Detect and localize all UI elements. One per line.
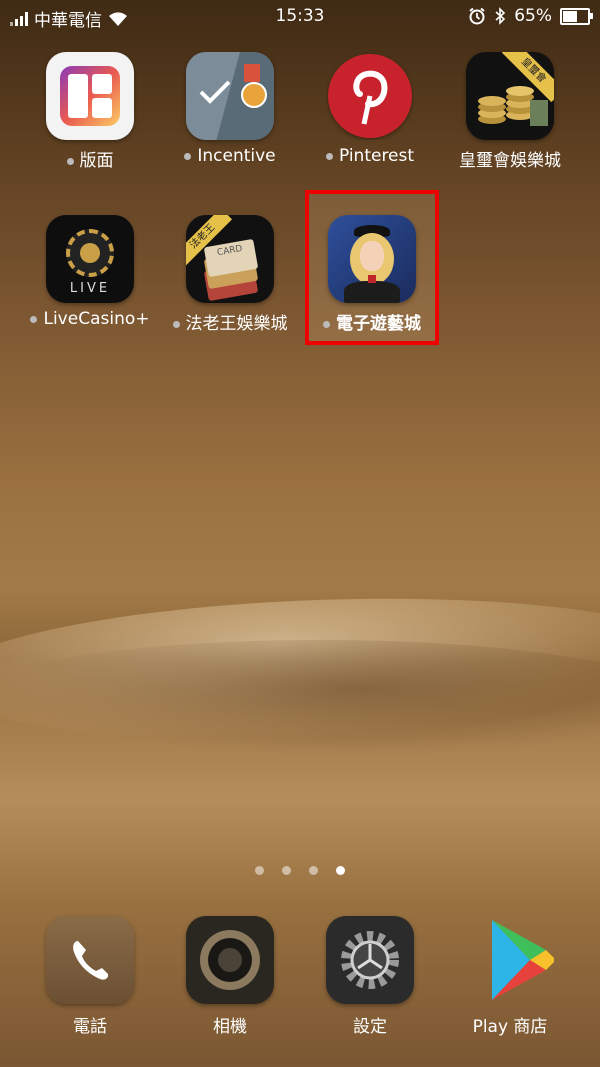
- dock-label: 設定: [353, 1017, 387, 1037]
- page-dot[interactable]: [255, 866, 264, 875]
- app-incentive[interactable]: Incentive: [160, 52, 300, 166]
- poker-chip-icon: LIVE: [46, 215, 134, 303]
- battery-percent: 65%: [514, 6, 552, 26]
- app-label: 皇璽會娛樂城: [459, 151, 561, 171]
- app-pinterest[interactable]: Pinterest: [300, 52, 440, 166]
- app-label: LiveCasino+: [43, 309, 150, 329]
- app-label: Pinterest: [338, 146, 415, 166]
- dock-label: 相機: [213, 1017, 247, 1037]
- app-label: 電子遊藝城: [336, 314, 421, 334]
- app-livecasino[interactable]: LIVE LiveCasino+: [20, 215, 160, 329]
- app-label: 法老王娛樂城: [185, 314, 288, 334]
- coins-icon: 皇璽會: [466, 52, 554, 140]
- dock-phone[interactable]: 電話: [20, 916, 160, 1037]
- play-store-icon: [466, 916, 554, 1004]
- app-huangxihui-casino[interactable]: 皇璽會 皇璽會娛樂城: [440, 52, 580, 171]
- dock-play-store[interactable]: Play 商店: [440, 916, 580, 1037]
- layout-icon: [46, 52, 134, 140]
- camera-icon: [186, 916, 274, 1004]
- page-dot[interactable]: [282, 866, 291, 875]
- app-pharaoh-casino[interactable]: 法老王 CARD 法老王娛樂城: [160, 215, 300, 334]
- character-icon: [328, 215, 416, 303]
- settings-gear-icon: [326, 916, 414, 1004]
- dock-camera[interactable]: 相機: [160, 916, 300, 1037]
- bluetooth-icon: [495, 7, 506, 25]
- incentive-icon: [186, 52, 274, 140]
- dock-label: 電話: [73, 1017, 107, 1037]
- pinterest-icon: [326, 52, 414, 140]
- phone-icon: [46, 916, 134, 1004]
- page-dot-active[interactable]: [336, 866, 345, 875]
- cards-icon: 法老王 CARD: [186, 215, 274, 303]
- app-layout[interactable]: 版面: [20, 52, 160, 171]
- alarm-icon: [469, 7, 485, 25]
- app-label: 版面: [79, 151, 114, 171]
- page-dot[interactable]: [309, 866, 318, 875]
- page-indicator: [0, 866, 600, 875]
- live-text: LIVE: [69, 281, 111, 296]
- app-electronic-game-city[interactable]: 電子遊藝城: [302, 215, 442, 334]
- battery-icon: [560, 7, 593, 25]
- status-bar: 中華電信 15:33 65%: [0, 0, 600, 32]
- dock-label: Play 商店: [472, 1017, 548, 1037]
- app-label: Incentive: [197, 146, 276, 166]
- dock-settings[interactable]: 設定: [300, 916, 440, 1037]
